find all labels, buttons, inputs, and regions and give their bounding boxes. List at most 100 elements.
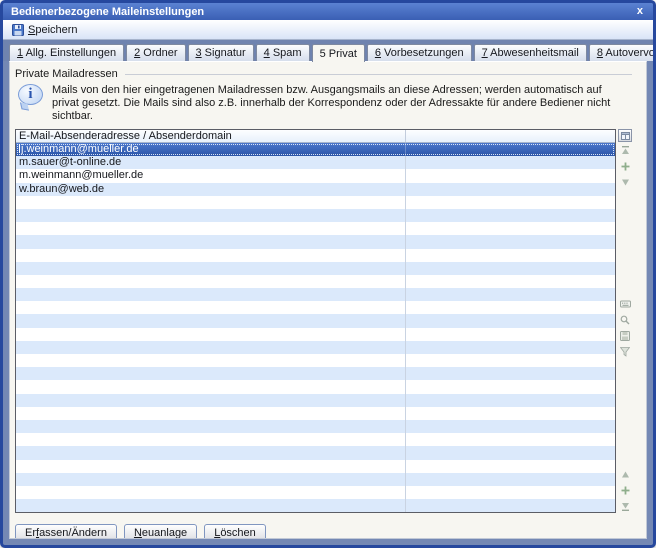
- table-row[interactable]: w.braun@web.de: [16, 183, 615, 196]
- empty-cell[interactable]: [406, 446, 615, 459]
- email-cell[interactable]: [16, 222, 406, 235]
- table-header-email-column[interactable]: E-Mail-Absenderadresse / Absenderdomain: [16, 130, 406, 142]
- email-cell[interactable]: [16, 420, 406, 433]
- empty-cell[interactable]: [406, 183, 615, 196]
- table-header-row[interactable]: E-Mail-Absenderadresse / Absenderdomain: [16, 130, 615, 143]
- email-cell[interactable]: [16, 288, 406, 301]
- empty-cell[interactable]: [406, 341, 615, 354]
- table-row-empty[interactable]: [16, 209, 615, 222]
- table-row[interactable]: m.sauer@t-online.de: [16, 156, 615, 169]
- email-cell[interactable]: [16, 433, 406, 446]
- tab-6[interactable]: 6 Vorbesetzungen: [367, 44, 472, 61]
- tab-2[interactable]: 2 Ordner: [126, 44, 185, 61]
- email-cell[interactable]: [16, 486, 406, 499]
- table-row-empty[interactable]: [16, 420, 615, 433]
- table-row-empty[interactable]: [16, 407, 615, 420]
- table-row-empty[interactable]: [16, 354, 615, 367]
- table-row-empty[interactable]: [16, 275, 615, 288]
- empty-cell[interactable]: [406, 460, 615, 473]
- table-row-empty[interactable]: [16, 394, 615, 407]
- empty-cell[interactable]: [406, 473, 615, 486]
- empty-cell[interactable]: [406, 499, 615, 512]
- table-row[interactable]: j.weinmann@mueller.de: [16, 143, 615, 156]
- email-cell[interactable]: [16, 341, 406, 354]
- table-row-empty[interactable]: [16, 288, 615, 301]
- email-cell[interactable]: [16, 196, 406, 209]
- table-row-empty[interactable]: [16, 499, 615, 512]
- email-cell[interactable]: [16, 499, 406, 512]
- save-button[interactable]: Speichern: [10, 23, 82, 37]
- table-row-empty[interactable]: [16, 341, 615, 354]
- table-row-empty[interactable]: [16, 301, 615, 314]
- empty-cell[interactable]: [406, 314, 615, 327]
- empty-cell[interactable]: [406, 301, 615, 314]
- empty-cell[interactable]: [406, 486, 615, 499]
- scroll-down-icon[interactable]: [620, 177, 631, 187]
- empty-cell[interactable]: [406, 367, 615, 380]
- table-row-empty[interactable]: [16, 249, 615, 262]
- insert-plus-bottom-icon[interactable]: [620, 485, 631, 495]
- filter-icon[interactable]: [620, 347, 631, 357]
- empty-cell[interactable]: [406, 354, 615, 367]
- tab-3[interactable]: 3 Signatur: [188, 44, 254, 61]
- table-row-empty[interactable]: [16, 314, 615, 327]
- table-header-empty-column[interactable]: [406, 130, 615, 142]
- table-row-empty[interactable]: [16, 486, 615, 499]
- new-button[interactable]: Neuanlage: [124, 524, 197, 539]
- close-icon[interactable]: x: [635, 6, 645, 17]
- empty-cell[interactable]: [406, 235, 615, 248]
- email-cell[interactable]: [16, 275, 406, 288]
- table-row-empty[interactable]: [16, 473, 615, 486]
- table-row-empty[interactable]: [16, 222, 615, 235]
- email-cell[interactable]: [16, 262, 406, 275]
- email-cell[interactable]: [16, 473, 406, 486]
- email-cell[interactable]: [16, 314, 406, 327]
- tab-8[interactable]: 8 Autovervollständigung: [589, 44, 656, 61]
- table-row-empty[interactable]: [16, 367, 615, 380]
- email-cell[interactable]: w.braun@web.de: [16, 183, 406, 196]
- email-cell[interactable]: [16, 301, 406, 314]
- empty-cell[interactable]: [406, 433, 615, 446]
- email-cell[interactable]: [16, 394, 406, 407]
- empty-cell[interactable]: [406, 407, 615, 420]
- email-cell[interactable]: [16, 367, 406, 380]
- email-cell[interactable]: [16, 446, 406, 459]
- empty-cell[interactable]: [406, 380, 615, 393]
- empty-cell[interactable]: [406, 209, 615, 222]
- email-cell[interactable]: [16, 328, 406, 341]
- empty-cell[interactable]: [406, 169, 615, 182]
- table-row-empty[interactable]: [16, 262, 615, 275]
- edit-button[interactable]: Erfassen/Ändern: [15, 524, 117, 539]
- table-row-empty[interactable]: [16, 433, 615, 446]
- empty-cell[interactable]: [406, 262, 615, 275]
- table-row[interactable]: m.weinmann@mueller.de: [16, 169, 615, 182]
- empty-cell[interactable]: [406, 222, 615, 235]
- table-row-empty[interactable]: [16, 380, 615, 393]
- empty-cell[interactable]: [406, 288, 615, 301]
- search-icon[interactable]: [620, 315, 631, 325]
- mail-address-table[interactable]: E-Mail-Absenderadresse / Absenderdomain …: [15, 129, 616, 513]
- email-cell[interactable]: [16, 209, 406, 222]
- table-row-empty[interactable]: [16, 460, 615, 473]
- save-list-icon[interactable]: [620, 331, 631, 341]
- email-cell[interactable]: [16, 354, 406, 367]
- table-row-empty[interactable]: [16, 446, 615, 459]
- email-cell[interactable]: m.weinmann@mueller.de: [16, 169, 406, 182]
- email-cell[interactable]: m.sauer@t-online.de: [16, 156, 406, 169]
- tab-7[interactable]: 7 Abwesenheitsmail: [474, 44, 587, 61]
- tab-4[interactable]: 4 Spam: [256, 44, 310, 61]
- email-cell[interactable]: [16, 235, 406, 248]
- scroll-to-bottom-icon[interactable]: [620, 501, 631, 511]
- email-cell[interactable]: [16, 407, 406, 420]
- empty-cell[interactable]: [406, 143, 615, 156]
- empty-cell[interactable]: [406, 420, 615, 433]
- email-cell[interactable]: [16, 460, 406, 473]
- empty-cell[interactable]: [406, 156, 615, 169]
- tab-1[interactable]: 1 Allg. Einstellungen: [9, 44, 124, 61]
- scroll-to-top-icon[interactable]: [620, 145, 631, 155]
- empty-cell[interactable]: [406, 249, 615, 262]
- insert-plus-icon[interactable]: [620, 161, 631, 171]
- empty-cell[interactable]: [406, 394, 615, 407]
- empty-cell[interactable]: [406, 196, 615, 209]
- email-cell[interactable]: [16, 380, 406, 393]
